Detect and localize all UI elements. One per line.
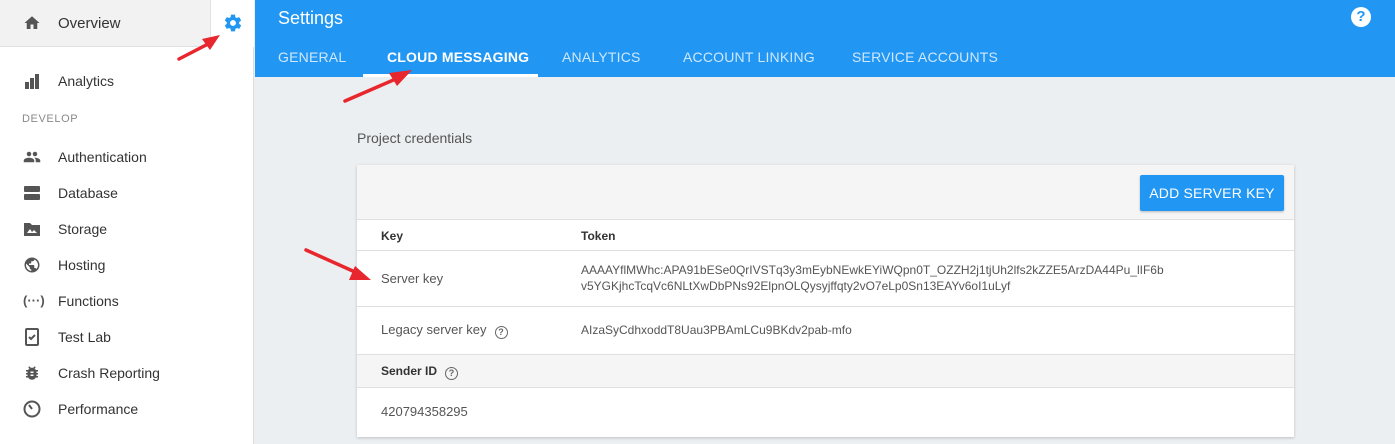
sidebar-item-analytics[interactable]: Analytics <box>0 63 253 99</box>
gear-icon <box>224 14 242 32</box>
row-key-label: Legacy server key <box>381 322 487 337</box>
sidebar-item-label: Analytics <box>58 73 115 89</box>
app-header: Settings ? GENERAL CLOUD MESSAGING ANALY… <box>255 0 1395 77</box>
row-token[interactable]: AAAAYflMWhc:APA91bESe0QrIVSTq3y3mEybNEwk… <box>581 262 1164 294</box>
sender-id-value[interactable]: 420794358295 <box>381 404 468 419</box>
sidebar-item-storage[interactable]: Storage <box>0 211 253 247</box>
sender-id-label: Sender ID? <box>381 364 459 380</box>
token-line: v5YGKjhcTcqVc6NLtXwDbPNs92ElpnOLQysyjffq… <box>581 279 1011 293</box>
home-icon <box>24 16 40 29</box>
sidebar-item-test-lab[interactable]: Test Lab <box>0 319 253 355</box>
database-icon <box>24 186 40 200</box>
bug-icon <box>26 366 38 380</box>
help-circle-icon[interactable]: ? <box>494 326 508 339</box>
test-lab-icon <box>25 328 39 346</box>
row-key: Server key <box>381 271 444 286</box>
sidebar: Overview Analytics DEVELOP Authenticatio… <box>0 0 254 444</box>
sidebar-item-functions[interactable]: (···) Functions <box>0 283 253 319</box>
sidebar-item-label: Functions <box>58 293 119 309</box>
sidebar-item-label: Database <box>58 185 118 201</box>
sender-id-row: 420794358295 <box>357 388 1294 437</box>
table-row: Legacy server key? AIzaSyCdhxoddT8Uau3PB… <box>357 307 1294 355</box>
sidebar-item-label: Hosting <box>58 257 106 273</box>
sidebar-item-label: Storage <box>58 221 108 237</box>
tab-cloud-messaging[interactable]: CLOUD MESSAGING <box>387 49 529 65</box>
speedometer-icon <box>23 400 41 418</box>
sidebar-item-database[interactable]: Database <box>0 175 253 211</box>
storage-icon <box>24 223 40 236</box>
people-icon <box>23 151 41 163</box>
sidebar-item-label: Authentication <box>58 149 147 165</box>
row-token[interactable]: AIzaSyCdhxoddT8Uau3PBAmLCu9BKdv2pab-mfo <box>581 322 852 338</box>
sidebar-item-performance[interactable]: Performance <box>0 391 253 427</box>
page-title: Settings <box>278 8 344 28</box>
sidebar-item-crash-reporting[interactable]: Crash Reporting <box>0 355 253 391</box>
sidebar-item-authentication[interactable]: Authentication <box>0 139 253 175</box>
help-icon[interactable]: ? <box>1351 7 1371 27</box>
tab-account-linking[interactable]: ACCOUNT LINKING <box>683 49 815 65</box>
card-toolbar: ADD SERVER KEY <box>357 165 1294 220</box>
add-server-key-button[interactable]: ADD SERVER KEY <box>1140 175 1284 211</box>
section-title: Project credentials <box>357 130 473 146</box>
table-header: Key Token <box>357 220 1294 251</box>
row-key: Legacy server key? <box>381 322 508 339</box>
functions-icon: (···) <box>23 293 45 308</box>
sidebar-item-label: Test Lab <box>58 329 111 345</box>
token-line: AAAAYflMWhc:APA91bESe0QrIVSTq3y3mEybNEwk… <box>581 263 1164 277</box>
tab-analytics[interactable]: ANALYTICS <box>562 49 641 65</box>
table-row: Server key AAAAYflMWhc:APA91bESe0QrIVSTq… <box>357 251 1294 307</box>
sidebar-item-hosting[interactable]: Hosting <box>0 247 253 283</box>
sender-id-label-text: Sender ID <box>381 364 438 378</box>
globe-icon <box>24 257 40 273</box>
annotation-arrow <box>343 70 412 103</box>
sender-id-header: Sender ID? <box>357 355 1294 388</box>
column-header-key: Key <box>381 229 404 243</box>
column-header-token: Token <box>581 229 616 243</box>
tab-general[interactable]: GENERAL <box>278 49 346 65</box>
section-label-develop: DEVELOP <box>22 113 79 125</box>
sidebar-item-label: Crash Reporting <box>58 365 160 381</box>
annotation-arrow <box>304 248 371 280</box>
help-circle-icon[interactable]: ? <box>445 367 459 380</box>
sidebar-item-label: Overview <box>58 15 121 32</box>
sidebar-item-label: Performance <box>58 401 139 417</box>
tab-service-accounts[interactable]: SERVICE ACCOUNTS <box>852 49 998 65</box>
credentials-card: ADD SERVER KEY Key Token Server key AAAA… <box>357 165 1294 437</box>
annotation-arrow <box>177 35 220 61</box>
bar-chart-icon <box>25 74 39 89</box>
